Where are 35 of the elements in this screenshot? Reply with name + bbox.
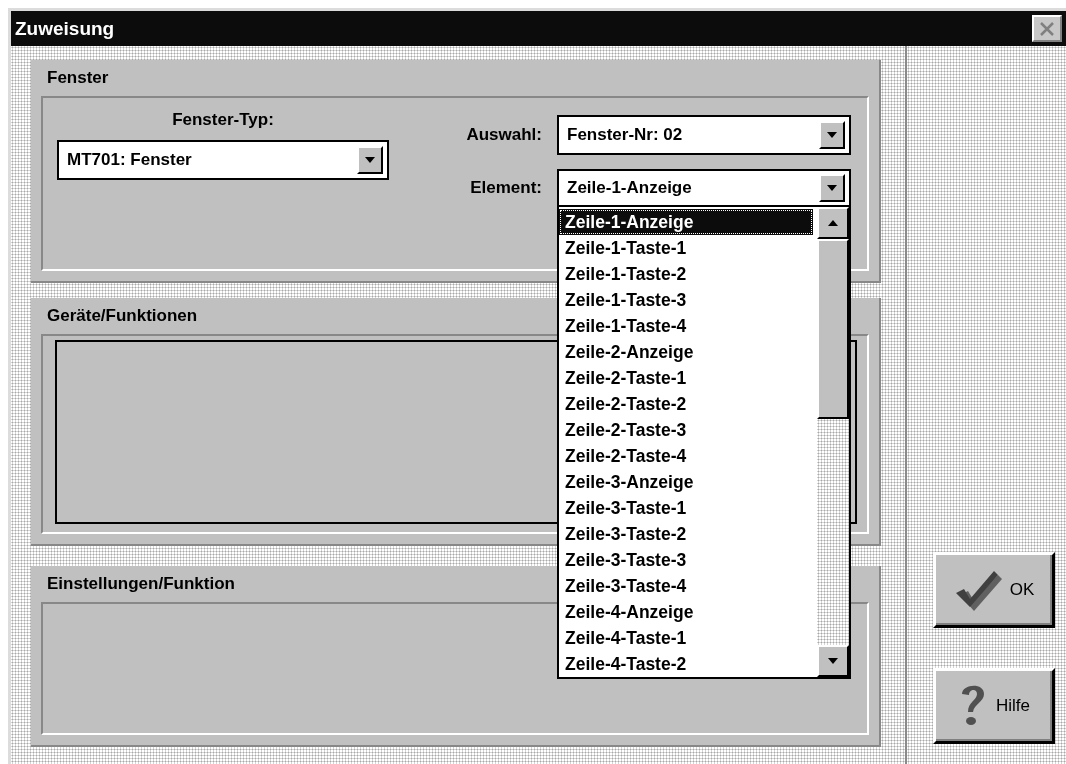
list-item[interactable]: Zeile-2-Taste-4: [559, 443, 817, 469]
list-item[interactable]: Zeile-2-Taste-2: [559, 391, 817, 417]
panel-title: Geräte/Funktionen: [46, 305, 198, 327]
field-label: Element:: [469, 178, 542, 198]
scroll-up-icon[interactable]: [817, 207, 849, 239]
list-item[interactable]: Zeile-4-Taste-1: [559, 625, 817, 651]
list-item[interactable]: Zeile-4-Taste-2: [559, 651, 817, 677]
scroll-down-icon[interactable]: [817, 645, 849, 677]
list-item[interactable]: Zeile-3-Taste-4: [559, 573, 817, 599]
list-item[interactable]: Zeile-3-Taste-2: [559, 521, 817, 547]
list-item[interactable]: Zeile-3-Taste-1: [559, 495, 817, 521]
window-title: Zuweisung: [15, 17, 115, 40]
scroll-thumb[interactable]: [817, 239, 849, 419]
ok-button[interactable]: OK: [933, 552, 1055, 628]
dropdown[interactable]: Zeile-1-Anzeige: [557, 169, 851, 207]
list-item[interactable]: Zeile-1-Taste-2: [559, 261, 817, 287]
dropdown[interactable]: MT701: Fenster: [57, 140, 389, 180]
field-label: Auswahl:: [466, 125, 542, 145]
field-label: Fenster-Typ:: [172, 110, 274, 130]
list-box[interactable]: [55, 340, 857, 524]
list-item[interactable]: Zeile-2-Taste-3: [559, 417, 817, 443]
list-item[interactable]: Zeile-1-Taste-3: [559, 287, 817, 313]
panel-title: Fenster: [46, 67, 109, 89]
help-button[interactable]: Hilfe: [933, 668, 1055, 744]
list-item[interactable]: Zeile-4-Anzeige: [559, 599, 817, 625]
list-item[interactable]: Zeile-1-Taste-4: [559, 313, 817, 339]
close-button[interactable]: [1032, 15, 1062, 42]
list-item[interactable]: Zeile-1-Taste-1: [559, 235, 817, 261]
list-item[interactable]: Zeile-3-Taste-3: [559, 547, 817, 573]
list-item[interactable]: Zeile-1-Anzeige: [559, 209, 813, 235]
list-item[interactable]: Zeile-3-Anzeige: [559, 469, 817, 495]
list-item[interactable]: Zeile-2-Taste-1: [559, 365, 817, 391]
dropdown[interactable]: Fenster-Nr: 02: [557, 115, 851, 155]
list-item[interactable]: Zeile-2-Anzeige: [559, 339, 817, 365]
panel-title: Einstellungen/Funktion: [46, 573, 235, 595]
